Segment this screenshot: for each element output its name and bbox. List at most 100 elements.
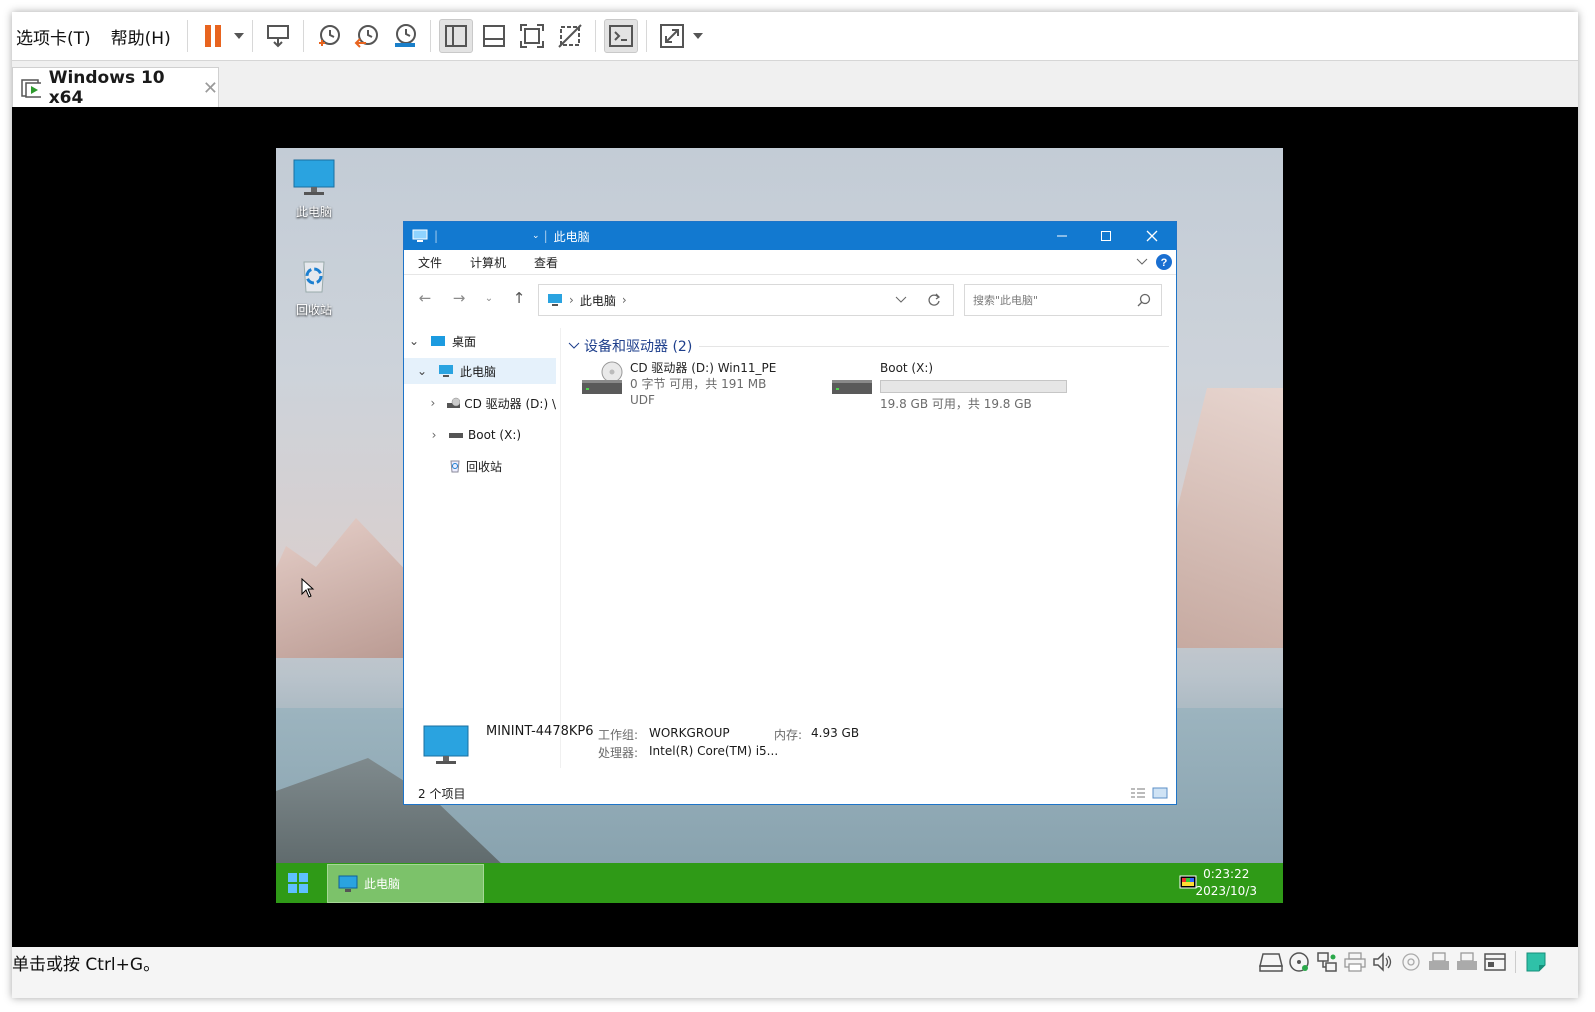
full-screen-button[interactable] xyxy=(515,19,549,53)
ribbon-tab-file[interactable]: 文件 xyxy=(404,254,456,271)
desktop-icon-recycle-bin[interactable]: 回收站 xyxy=(284,256,344,318)
tree-label: CD 驱动器 (D:) \ xyxy=(464,396,556,411)
tree-label: 此电脑 xyxy=(460,364,497,379)
quick-access-dropdown[interactable]: ⌄ xyxy=(532,231,540,241)
memory-label: 内存: xyxy=(774,728,803,742)
hard-drive-icon xyxy=(832,380,872,394)
stretch-icon xyxy=(659,24,684,48)
clock[interactable]: 0:23:22 2023/10/3 xyxy=(1195,866,1257,900)
memory-value: 4.93 GB xyxy=(811,726,860,740)
unity-mode-button[interactable] xyxy=(553,19,587,53)
help-icon[interactable]: ? xyxy=(1156,254,1172,270)
send-ctrl-alt-del-button[interactable] xyxy=(261,19,295,53)
tiles-view-icon[interactable] xyxy=(1152,787,1168,799)
chevron-down-icon xyxy=(233,33,244,39)
section-header-devices[interactable]: 设备和驱动器 (2) xyxy=(568,336,692,356)
tree-item-cd-drive[interactable]: › CD 驱动器 (D:) \ xyxy=(404,390,556,416)
cpu-value: Intel(R) Core(TM) i5... xyxy=(649,744,779,758)
computer-icon xyxy=(548,294,562,306)
close-window-button[interactable] xyxy=(1130,222,1174,250)
workgroup-value: WORKGROUP xyxy=(649,726,730,740)
display-settings-icon[interactable] xyxy=(1179,875,1197,891)
snapshot-revert-button[interactable] xyxy=(350,19,384,53)
hard-disk-icon xyxy=(1259,953,1283,972)
toolbar-divider xyxy=(186,20,188,52)
navigation-pane: ⌄ 桌面 ⌄ 此电脑 › CD 驱动器 (D:) \ › Boot (X:) 回… xyxy=(404,328,561,768)
drive-name: CD 驱动器 (D:) Win11_PE xyxy=(630,361,777,375)
close-tab-button[interactable]: ✕ xyxy=(203,78,218,99)
taskbar-app-label: 此电脑 xyxy=(364,877,401,891)
taskbar-app-this-pc[interactable]: 此电脑 xyxy=(327,864,484,903)
note-icon xyxy=(1526,952,1546,972)
thumbnail-bar-button[interactable] xyxy=(477,19,511,53)
ribbon-expand-icon[interactable] xyxy=(1136,258,1148,266)
console-view-button[interactable] xyxy=(603,19,638,53)
camera-device[interactable] xyxy=(1397,950,1425,974)
usb-device-1[interactable] xyxy=(1425,950,1453,974)
start-button[interactable] xyxy=(288,873,308,897)
drive-item-cd[interactable]: CD 驱动器 (D:) Win11_PE 0 字节 可用，共 191 MB UD… xyxy=(580,360,820,410)
tree-item-this-pc[interactable]: ⌄ 此电脑 xyxy=(404,358,556,384)
tree-label: Boot (X:) xyxy=(468,428,522,442)
cd-drive-icon xyxy=(582,361,623,394)
explorer-title-bar[interactable]: | ⌄ | 此电脑 xyxy=(404,222,1176,250)
recent-locations-button[interactable]: ⌄ xyxy=(476,293,502,304)
tree-item-desktop[interactable]: ⌄ 桌面 xyxy=(404,328,556,354)
guest-desktop[interactable]: 此电脑 回收站 | ⌄ | 此电脑 文件 计算机 查看 ? ← → ⌄ ↑ › … xyxy=(276,148,1283,903)
bottom-panel-icon xyxy=(482,25,505,47)
pause-button[interactable] xyxy=(196,19,230,53)
tree-item-recycle-bin[interactable]: 回收站 xyxy=(404,453,556,479)
usb-device-icon xyxy=(1429,952,1449,970)
menu-tabs[interactable]: 选项卡(T) xyxy=(12,24,101,49)
tab-windows-10-x64[interactable]: Windows 10 x64 ✕ xyxy=(12,67,219,108)
sound-card-device[interactable] xyxy=(1369,950,1397,974)
cd-dvd-device[interactable] xyxy=(1285,950,1313,974)
snapshot-take-button[interactable] xyxy=(312,19,346,53)
network-adapter-device[interactable] xyxy=(1313,950,1341,974)
minimize-button[interactable] xyxy=(1040,222,1084,250)
clock-time: 0:23:22 xyxy=(1203,867,1250,881)
content-pane: 设备和驱动器 (2) CD 驱动器 (D:) Win11_PE 0 字节 可用，… xyxy=(564,328,1170,708)
chevron-down-icon xyxy=(692,33,703,39)
search-box[interactable]: 搜索"此电脑" xyxy=(964,284,1162,316)
address-history-icon[interactable] xyxy=(895,296,907,304)
message-log-button[interactable] xyxy=(1522,950,1550,974)
menu-help[interactable]: 帮助(H) xyxy=(101,24,181,49)
breadcrumb-this-pc[interactable]: 此电脑 xyxy=(580,292,616,309)
drive-text: Boot (X:) 19.8 GB 可用，共 19.8 GB xyxy=(880,360,1067,412)
hard-disk-device[interactable] xyxy=(1257,950,1285,974)
breadcrumb-separator[interactable]: › xyxy=(622,293,627,307)
tree-expander[interactable]: ⌄ xyxy=(412,364,432,378)
vmware-window: 选项卡(T) 帮助(H) Windows 10 x64 ✕ 此电脑 回收站 | … xyxy=(12,12,1578,998)
drive-item-boot[interactable]: Boot (X:) 19.8 GB 可用，共 19.8 GB xyxy=(830,360,1090,412)
forward-button[interactable]: → xyxy=(442,289,476,307)
drive-usage-bar xyxy=(880,380,1067,393)
snapshot-manager-button[interactable] xyxy=(388,19,422,53)
breadcrumb-separator: › xyxy=(569,293,574,307)
vm-display[interactable]: 此电脑 回收站 | ⌄ | 此电脑 文件 计算机 查看 ? ← → ⌄ ↑ › … xyxy=(12,107,1578,947)
collapse-icon xyxy=(568,342,580,349)
tree-expander[interactable]: ⌄ xyxy=(404,334,424,348)
computer-icon xyxy=(439,365,453,377)
refresh-icon[interactable] xyxy=(927,293,941,307)
ribbon-tab-view[interactable]: 查看 xyxy=(520,254,572,271)
maximize-button[interactable] xyxy=(1084,222,1128,250)
tree-item-boot-drive[interactable]: › Boot (X:) xyxy=(404,422,556,448)
tree-expander[interactable]: › xyxy=(424,396,442,410)
display-icon xyxy=(1484,953,1506,971)
console-icon xyxy=(608,25,633,47)
printer-device[interactable] xyxy=(1341,950,1369,974)
ribbon-tab-computer[interactable]: 计算机 xyxy=(456,254,520,271)
power-dropdown-button[interactable] xyxy=(232,19,246,53)
stretch-dropdown-button[interactable] xyxy=(691,19,705,53)
details-view-icon[interactable] xyxy=(1130,787,1146,799)
usb-device-2[interactable] xyxy=(1453,950,1481,974)
back-button[interactable]: ← xyxy=(408,289,442,307)
tree-expander[interactable]: › xyxy=(424,428,444,442)
up-button[interactable]: ↑ xyxy=(502,289,536,307)
display-device[interactable] xyxy=(1481,950,1509,974)
stretch-guest-button[interactable] xyxy=(655,19,689,53)
address-bar[interactable]: › 此电脑 › xyxy=(538,284,954,316)
desktop-icon-this-pc[interactable]: 此电脑 xyxy=(284,158,344,220)
library-view-button[interactable] xyxy=(438,19,473,53)
